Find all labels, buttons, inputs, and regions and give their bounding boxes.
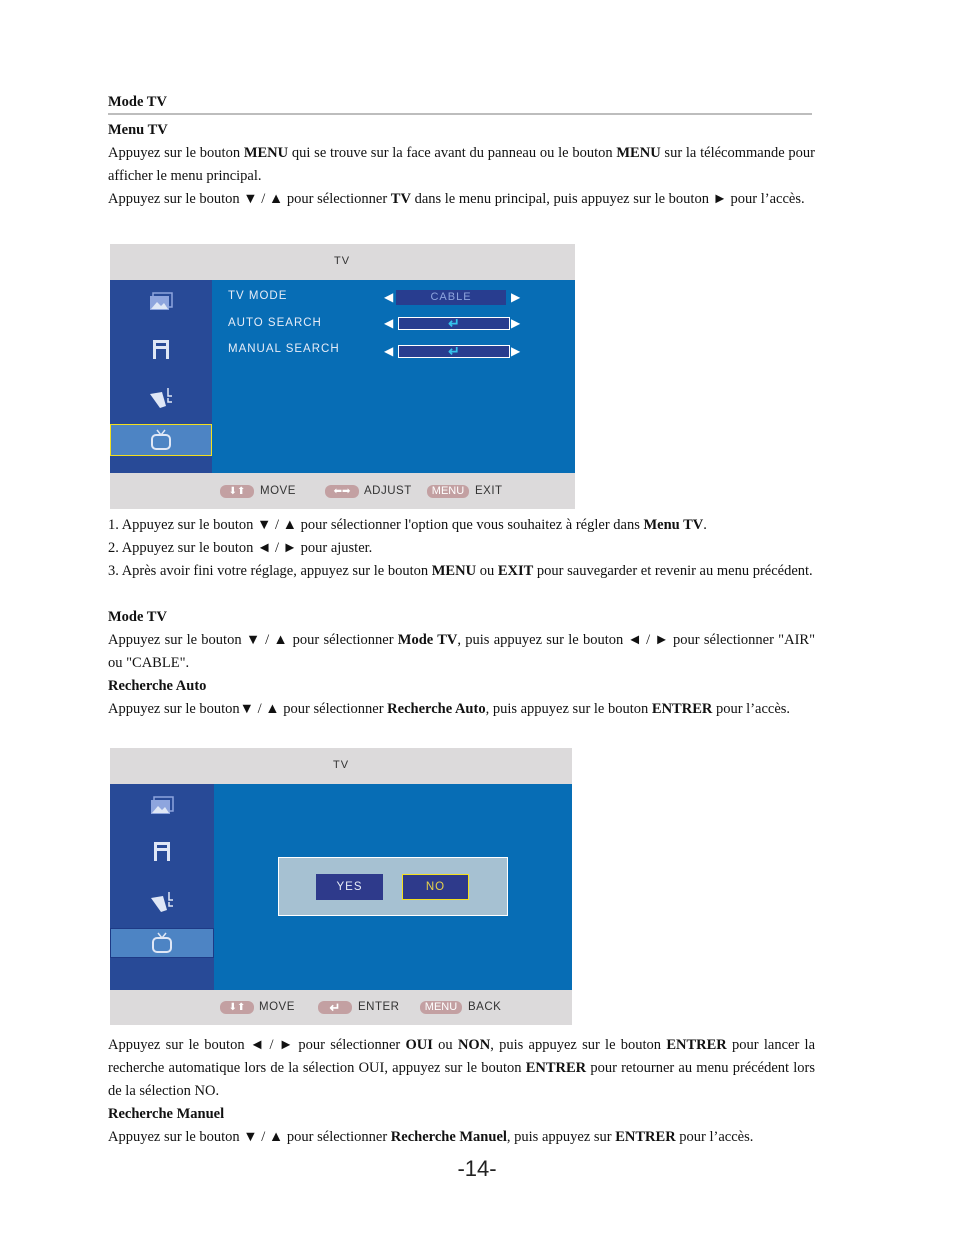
osd-sidebar bbox=[110, 784, 214, 990]
left-arrow-icon[interactable]: ◀ bbox=[384, 290, 393, 304]
step-2: 2. Appuyez sur le bouton ◄ / ► pour ajus… bbox=[108, 540, 373, 556]
osd-title: TV bbox=[334, 255, 351, 267]
auto-search-enter[interactable]: ↵ bbox=[398, 315, 510, 331]
menu-item-auto-search[interactable]: AUTO SEARCH bbox=[228, 317, 322, 329]
osd-main-panel: YES NO bbox=[214, 784, 572, 990]
osd-footer: ⬇⬆ MOVE ↵ ENTER MENU BACK bbox=[110, 990, 572, 1025]
osd-main-panel: TV MODE AUTO SEARCH MANUAL SEARCH ◀ CABL… bbox=[212, 280, 575, 473]
move-key-icon: ⬇⬆ bbox=[220, 1001, 254, 1014]
recherche-manuel-heading: Recherche Manuel bbox=[108, 1106, 225, 1122]
move-hint: MOVE bbox=[259, 1001, 295, 1013]
setup-icon[interactable] bbox=[110, 384, 212, 410]
confirm-dialog: YES NO bbox=[278, 857, 508, 916]
right-arrow-icon[interactable]: ▶ bbox=[511, 316, 520, 330]
osd-footer: ⬇⬆ MOVE ⬅➡ ADJUST MENU EXIT bbox=[110, 473, 575, 509]
section-divider bbox=[108, 113, 812, 115]
left-arrow-icon[interactable]: ◀ bbox=[384, 316, 393, 330]
move-key-icon: ⬇⬆ bbox=[220, 485, 254, 498]
tv-mode-value[interactable]: CABLE bbox=[396, 290, 506, 305]
menu-tv-heading: Menu TV bbox=[108, 122, 168, 138]
auto-search-screen: TV YES NO ⬇⬆ MOVE ↵ ENTER MENU BACK bbox=[110, 748, 572, 1025]
enter-key-icon: ↵ bbox=[318, 1001, 352, 1014]
mode-tv-paragraph: Appuyez sur le bouton ▼ / ▲ pour sélecti… bbox=[108, 632, 815, 671]
left-arrow-icon[interactable]: ◀ bbox=[384, 344, 393, 358]
recherche-auto-paragraph: Appuyez sur le bouton▼ / ▲ pour sélectio… bbox=[108, 701, 791, 717]
step-3: 3. Après avoir fini votre réglage, appuy… bbox=[108, 563, 813, 579]
enter-hint: ENTER bbox=[358, 1001, 400, 1013]
dialog-instructions: Appuyez sur le bouton ◄ / ► pour sélecti… bbox=[108, 1037, 816, 1099]
sidebar-item-tv-selected[interactable] bbox=[110, 424, 212, 456]
menu-key-icon: MENU bbox=[427, 485, 469, 498]
menu-item-manual-search[interactable]: MANUAL SEARCH bbox=[228, 343, 340, 355]
manual-page: Mode TV Menu TV Appuyez sur le bouton ME… bbox=[0, 0, 954, 1235]
osd-title-bar: TV bbox=[110, 244, 575, 280]
right-arrow-icon[interactable]: ▶ bbox=[511, 344, 520, 358]
back-hint: BACK bbox=[468, 1001, 502, 1013]
sound-icon[interactable] bbox=[110, 838, 214, 864]
tv-icon bbox=[111, 428, 211, 452]
menu-item-tv-mode[interactable]: TV MODE bbox=[228, 290, 287, 302]
manual-search-enter[interactable]: ↵ bbox=[398, 343, 510, 359]
recherche-manuel-paragraph: Appuyez sur le bouton ▼ / ▲ pour sélecti… bbox=[108, 1129, 754, 1145]
page-number: -14- bbox=[457, 1156, 497, 1181]
setup-icon[interactable] bbox=[110, 888, 214, 914]
mode-tv-heading: Mode TV bbox=[108, 609, 167, 625]
exit-hint: EXIT bbox=[475, 485, 503, 497]
menu-tv-paragraph-2: Appuyez sur le bouton ▼ / ▲ pour sélecti… bbox=[108, 191, 805, 207]
tv-menu-screen: TV TV MODE AUTO SEARCH MANUAL SEARCH ◀ C… bbox=[110, 244, 575, 509]
section-title: Mode TV bbox=[108, 94, 167, 110]
yes-button[interactable]: YES bbox=[316, 874, 383, 900]
picture-icon[interactable] bbox=[110, 794, 214, 818]
right-arrow-icon[interactable]: ▶ bbox=[511, 290, 520, 304]
sidebar-item-tv-selected[interactable] bbox=[110, 928, 214, 958]
osd-title-bar: TV bbox=[110, 748, 572, 784]
recherche-auto-heading: Recherche Auto bbox=[108, 678, 207, 694]
osd-title: TV bbox=[333, 759, 350, 771]
no-button[interactable]: NO bbox=[402, 874, 469, 900]
enter-icon: ↵ bbox=[448, 343, 460, 359]
menu-tv-paragraph-1: Appuyez sur le bouton MENU qui se trouve… bbox=[108, 145, 815, 184]
adjust-key-icon: ⬅➡ bbox=[325, 485, 359, 498]
osd-sidebar bbox=[110, 280, 212, 474]
enter-icon: ↵ bbox=[448, 315, 460, 331]
picture-icon[interactable] bbox=[110, 290, 212, 314]
tv-icon bbox=[111, 931, 213, 955]
adjust-hint: ADJUST bbox=[364, 485, 412, 497]
sound-icon[interactable] bbox=[110, 336, 212, 362]
move-hint: MOVE bbox=[260, 485, 296, 497]
menu-key-icon: MENU bbox=[420, 1001, 462, 1014]
step-1: 1. Appuyez sur le bouton ▼ / ▲ pour séle… bbox=[108, 517, 707, 533]
